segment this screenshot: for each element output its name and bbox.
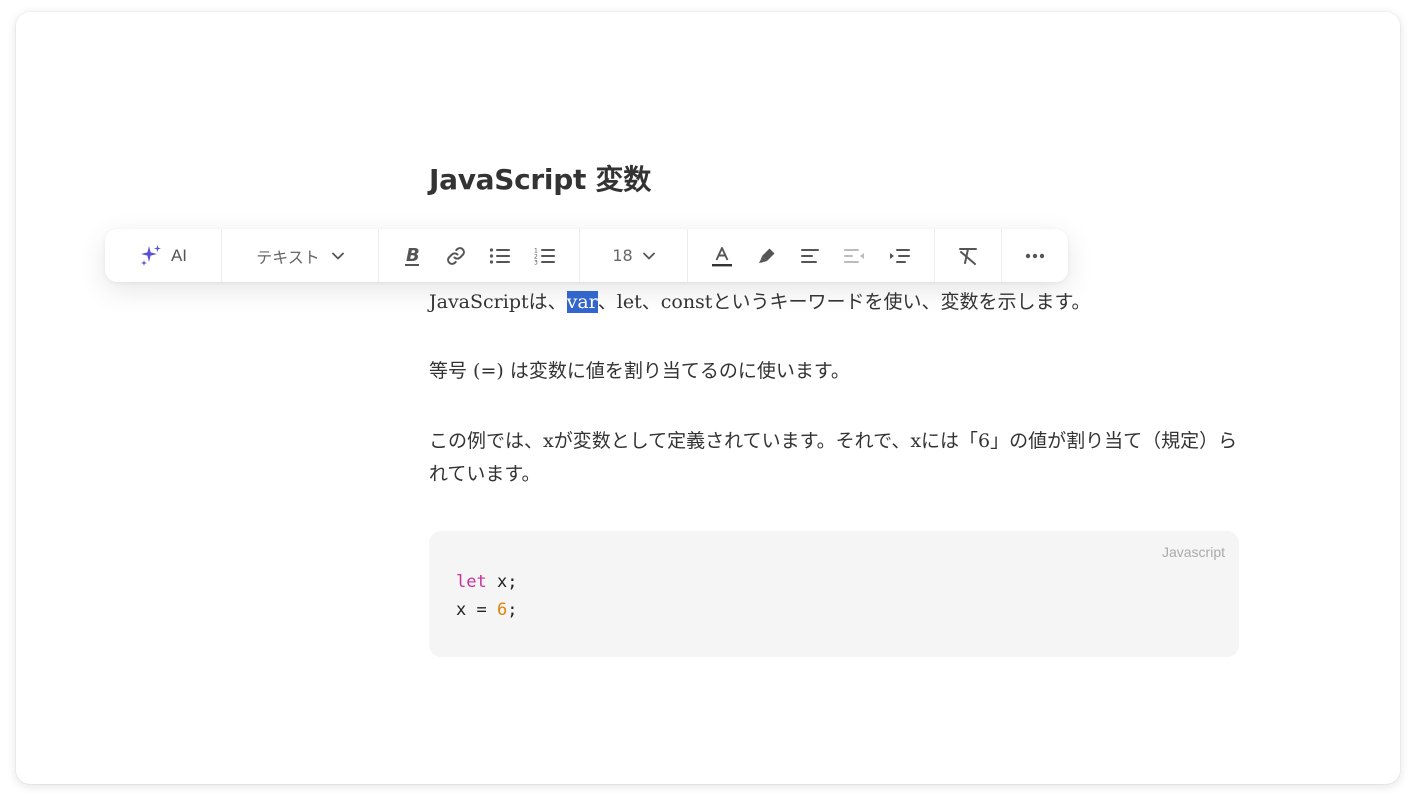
outdent-button[interactable]	[843, 238, 865, 274]
link-button[interactable]	[445, 238, 467, 274]
inline-format-group: B 1 2 3	[379, 229, 580, 282]
text-color-button[interactable]	[711, 238, 733, 274]
paragraph-example[interactable]: この例では、xが変数として定義されています。それで、xには「6」の値が割り当て（…	[429, 425, 1241, 491]
paragraph-keywords[interactable]: JavaScriptは、var、let、constというキーワードを使い、変数を…	[429, 286, 1241, 319]
paragraph-text: 、let、constというキーワードを使い、変数を示します。	[597, 291, 1091, 313]
color-align-group	[688, 229, 935, 282]
bold-icon: B	[402, 245, 422, 267]
highlight-button[interactable]	[757, 238, 777, 274]
bullet-list-button[interactable]	[489, 238, 511, 274]
chevron-down-icon	[642, 252, 655, 260]
code-text: ;	[507, 600, 518, 620]
code-keyword: let	[456, 572, 487, 592]
svg-text:B: B	[406, 245, 420, 266]
paragraph-text: JavaScriptは、	[429, 291, 567, 313]
text-color-icon	[711, 245, 733, 267]
font-size-value: 18	[612, 246, 633, 265]
clear-format-button[interactable]	[957, 238, 979, 274]
selected-text[interactable]: var	[566, 291, 598, 313]
code-text: x;	[486, 572, 518, 592]
editor-card	[16, 12, 1400, 784]
code-line: x = 6;	[456, 596, 517, 624]
align-left-button[interactable]	[800, 238, 820, 274]
more-icon	[1025, 253, 1045, 259]
indent-button[interactable]	[889, 238, 911, 274]
numbered-list-icon: 1 2 3	[534, 247, 556, 265]
more-group	[1002, 229, 1068, 282]
numbered-list-button[interactable]: 1 2 3	[534, 238, 556, 274]
clear-format-group	[935, 229, 1002, 282]
code-text: x =	[456, 600, 497, 620]
font-size-select[interactable]: 18	[612, 238, 655, 274]
code-line: let x;	[456, 568, 517, 596]
more-button[interactable]	[1025, 238, 1045, 274]
block-type-label: テキスト	[256, 247, 320, 267]
clear-format-icon	[957, 246, 979, 266]
block-type-select[interactable]: テキスト	[256, 238, 344, 274]
code-language-label: Javascript	[1161, 544, 1225, 560]
bullet-list-icon	[489, 247, 511, 265]
highlighter-icon	[757, 246, 777, 266]
outdent-icon	[843, 248, 865, 264]
sparkles-icon	[139, 244, 163, 268]
font-size-group: 18	[580, 229, 688, 282]
align-left-icon	[800, 248, 820, 264]
block-type-group: テキスト	[222, 229, 379, 282]
floating-format-toolbar: AI テキスト B 1 2 3 18	[105, 229, 1068, 282]
indent-icon	[889, 248, 911, 264]
paragraph-assignment[interactable]: 等号 (=) は変数に値を割り当てるのに使います。	[429, 355, 1241, 388]
svg-text:3: 3	[534, 259, 538, 265]
ai-button[interactable]: AI	[139, 238, 187, 274]
link-icon	[445, 245, 467, 267]
code-number: 6	[496, 600, 508, 620]
code-block[interactable]: Javascript let x; x = 6;	[429, 531, 1239, 657]
bold-button[interactable]: B	[402, 238, 422, 274]
chevron-down-icon	[331, 252, 344, 260]
ai-group: AI	[105, 229, 222, 282]
ai-label: AI	[170, 245, 188, 265]
document-title[interactable]: JavaScript 変数	[429, 158, 651, 198]
code-content: let x; x = 6;	[456, 568, 517, 624]
